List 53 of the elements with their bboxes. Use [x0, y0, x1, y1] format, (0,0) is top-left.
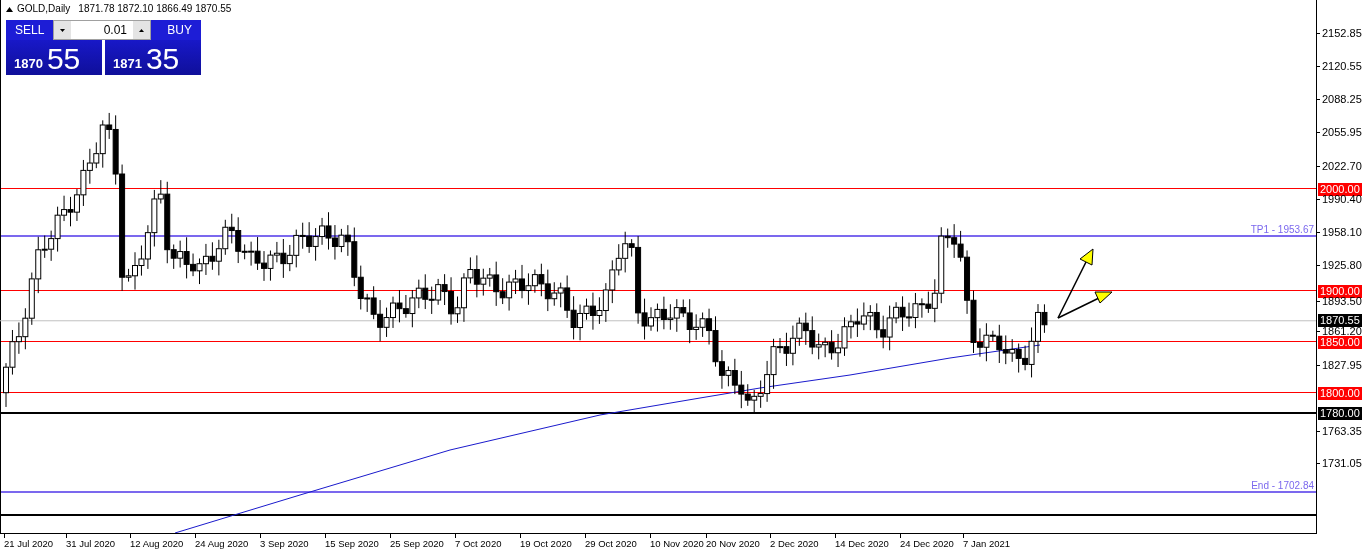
- date-axis-label: 20 Nov 2020: [706, 538, 760, 550]
- price-axis-label: 1990.40: [1322, 193, 1362, 205]
- price-axis-label: 2055.95: [1322, 126, 1362, 138]
- price-main: 1870: [14, 56, 43, 72]
- date-axis-label: 31 Jul 2020: [66, 538, 116, 550]
- price-tag: 1800.00: [1318, 386, 1362, 400]
- price-axis-label: 1861.20: [1322, 325, 1362, 337]
- line-caption: TP1 - 1953.67: [1250, 224, 1314, 237]
- date-axis-label: 10 Nov 2020: [650, 538, 704, 550]
- lot-size-field[interactable]: 0.01: [53, 20, 151, 40]
- decrease-button[interactable]: [54, 21, 71, 39]
- line-caption: End - 1702.84: [1251, 479, 1314, 492]
- price-main: 1871: [113, 56, 142, 72]
- date-axis-label: 21 Jul 2020: [4, 538, 54, 550]
- price-axis-label: 1731.05: [1322, 457, 1362, 469]
- date-axis-label: 24 Aug 2020: [195, 538, 249, 550]
- buy-button[interactable]: BUY: [151, 20, 201, 40]
- price-pips: 55: [46, 43, 81, 75]
- price-axis-label: 1925.80: [1322, 259, 1362, 271]
- price-axis-label: 2120.55: [1322, 60, 1362, 72]
- sell-price-panel[interactable]: 1870 55: [6, 40, 102, 75]
- price-tag: 1780.00: [1318, 407, 1362, 421]
- date-axis-label: 15 Sep 2020: [325, 538, 379, 550]
- date-axis-label: 14 Dec 2020: [835, 538, 889, 550]
- price-axis-label: 1893.50: [1322, 295, 1362, 307]
- date-axis-label: 24 Dec 2020: [900, 538, 954, 550]
- ohlc-values: 1871.78 1872.10 1866.49 1870.55: [78, 3, 232, 15]
- symbol-label: GOLD,Daily: [17, 3, 71, 15]
- date-axis-label: 29 Oct 2020: [585, 538, 637, 550]
- date-axis-label: 7 Jan 2021: [963, 538, 1010, 550]
- price-tag: 2000.00: [1318, 182, 1362, 196]
- caret-down-icon: [60, 28, 65, 32]
- price-axis-label: 2022.70: [1322, 160, 1362, 172]
- price-axis-label: 1958.10: [1322, 226, 1362, 238]
- date-axis-label: 12 Aug 2020: [130, 538, 184, 550]
- date-axis-label: 2 Dec 2020: [770, 538, 819, 550]
- price-pips: 35: [145, 43, 180, 75]
- price-tag: 1900.00: [1318, 284, 1362, 298]
- price-tag: 1850.00: [1318, 335, 1362, 349]
- price-axis-label: 2152.85: [1322, 27, 1362, 39]
- collapse-triangle-icon[interactable]: [6, 6, 13, 12]
- price-axis-label: 1763.35: [1322, 425, 1362, 437]
- date-axis-label: 7 Oct 2020: [455, 538, 502, 550]
- price-axis-label: 1827.95: [1322, 359, 1362, 371]
- date-axis-label: 3 Sep 2020: [260, 538, 309, 550]
- sell-button[interactable]: SELL: [6, 20, 53, 40]
- current-price-tag: 1870.55: [1318, 313, 1362, 327]
- date-axis-label: 19 Oct 2020: [520, 538, 572, 550]
- price-axis-label: 2088.25: [1322, 93, 1362, 105]
- date-axis-label: 25 Sep 2020: [390, 538, 444, 550]
- buy-price-panel[interactable]: 1871 35: [105, 40, 201, 75]
- increase-button[interactable]: [133, 21, 150, 39]
- caret-up-icon: [139, 28, 144, 32]
